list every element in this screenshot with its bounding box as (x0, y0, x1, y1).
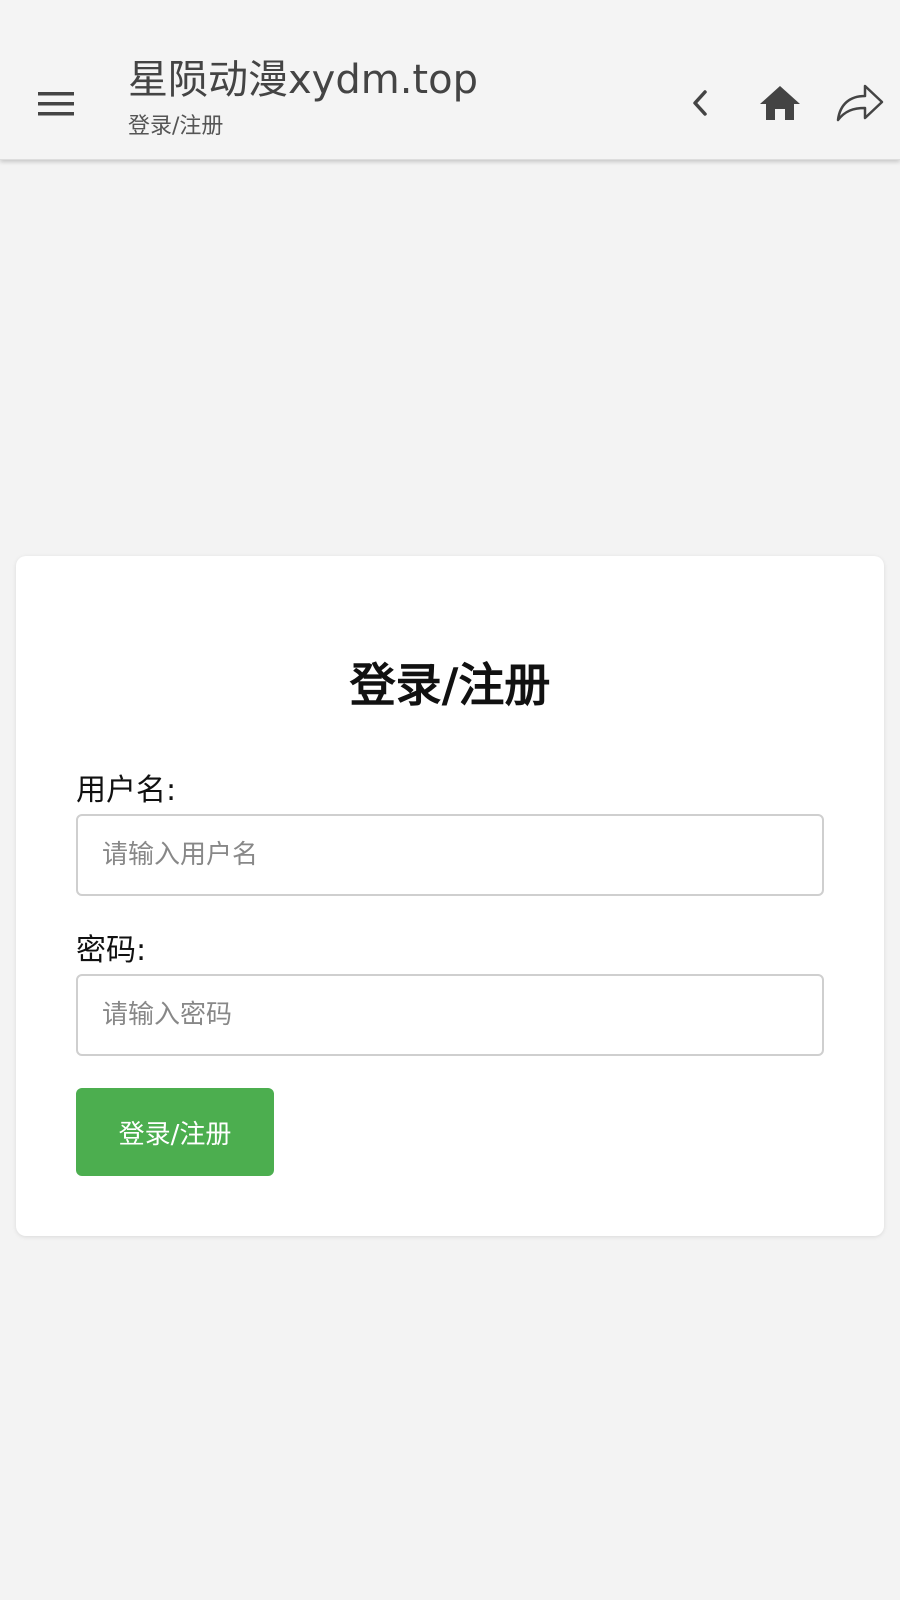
login-title: 登录/注册 (349, 658, 551, 712)
share-icon[interactable] (832, 78, 888, 128)
login-register-button[interactable]: 登录/注册 (76, 1088, 274, 1176)
username-input[interactable] (76, 814, 824, 896)
title-block: 星陨动漫xydm.top 登录/注册 (128, 60, 478, 138)
password-input[interactable] (76, 974, 824, 1056)
login-card: 登录/注册 用户名: 密码: 登录/注册 (16, 556, 884, 1236)
password-label: 密码: (76, 933, 147, 968)
username-label: 用户名: (76, 773, 177, 808)
top-app-bar: 星陨动漫xydm.top 登录/注册 (0, 0, 900, 160)
menu-icon[interactable] (30, 80, 82, 128)
app-title: 星陨动漫xydm.top (128, 57, 478, 103)
page-subtitle: 登录/注册 (128, 114, 224, 139)
home-icon[interactable] (752, 78, 808, 128)
chevron-left-icon[interactable] (672, 78, 728, 128)
